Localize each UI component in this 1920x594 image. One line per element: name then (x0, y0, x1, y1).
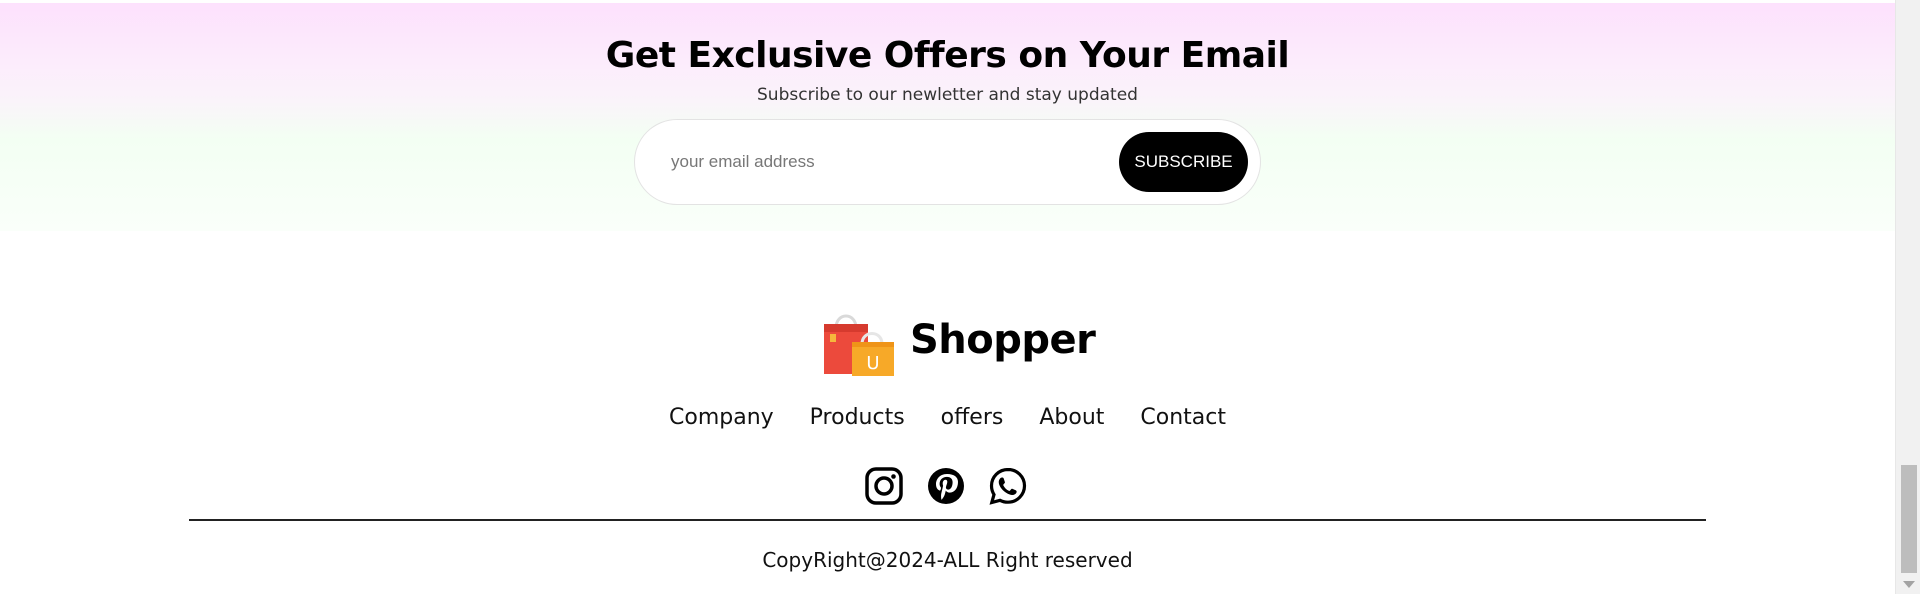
whatsapp-icon[interactable] (988, 466, 1028, 506)
bag-letter: U (866, 353, 879, 374)
scrollbar-thumb[interactable] (1901, 465, 1917, 573)
social-links (864, 466, 1028, 506)
instagram-icon[interactable] (864, 466, 904, 506)
footer-link-contact[interactable]: Contact (1140, 405, 1226, 430)
vertical-scrollbar[interactable] (1895, 0, 1920, 594)
brand-name: Shopper (910, 317, 1096, 363)
footer-link-company[interactable]: Company (669, 405, 774, 430)
newsletter-form: SUBSCRIBE (634, 119, 1261, 205)
footer-link-about[interactable]: About (1039, 405, 1104, 430)
copyright-text: CopyRight@2024-ALL Right reserved (762, 548, 1133, 572)
email-input[interactable] (671, 144, 1091, 180)
newsletter-title: Get Exclusive Offers on Your Email (605, 35, 1290, 76)
footer-link-products[interactable]: Products (810, 405, 905, 430)
subscribe-button[interactable]: SUBSCRIBE (1119, 132, 1248, 192)
footer-link-offers[interactable]: offers (941, 405, 1004, 430)
footer-nav: Company Products offers About Contact (0, 405, 1895, 430)
shopping-bags-icon: U (824, 314, 894, 376)
scroll-down-arrow-icon[interactable] (1903, 581, 1915, 588)
newsletter-section: Get Exclusive Offers on Your Email Subsc… (0, 3, 1895, 231)
pinterest-icon[interactable] (926, 466, 966, 506)
footer-brand: U Shopper (820, 304, 1096, 376)
newsletter-subtitle: Subscribe to our newletter and stay upda… (757, 85, 1138, 105)
page-viewport: Get Exclusive Offers on Your Email Subsc… (0, 0, 1895, 594)
footer-divider (189, 519, 1706, 521)
